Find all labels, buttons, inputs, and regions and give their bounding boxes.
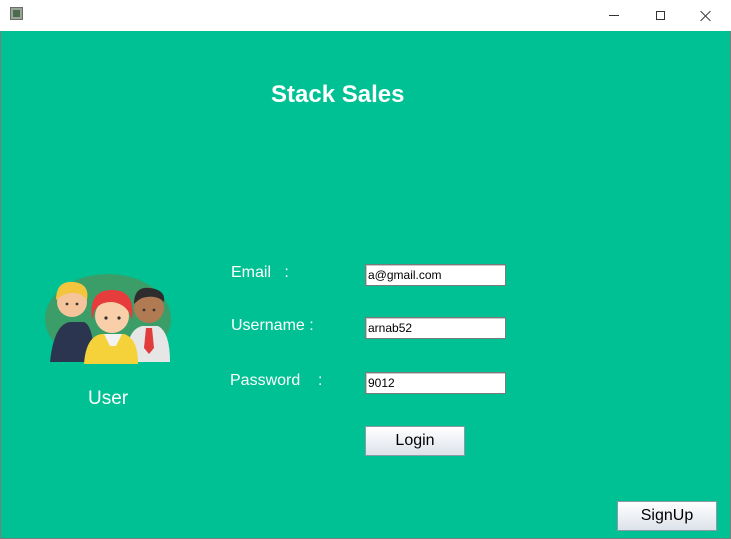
- app-title: Stack Sales: [271, 81, 405, 108]
- close-button[interactable]: [683, 0, 729, 31]
- minimize-button[interactable]: [591, 0, 637, 31]
- app-icon: [10, 7, 23, 20]
- login-panel: Stack Sales User Email : Username : Pass…: [0, 31, 731, 539]
- username-field[interactable]: [365, 317, 506, 339]
- email-label: Email :: [231, 264, 289, 281]
- close-icon: [700, 10, 712, 22]
- password-field[interactable]: [365, 372, 506, 394]
- users-group-icon: [45, 274, 171, 364]
- minimize-icon: [609, 15, 619, 16]
- maximize-button[interactable]: [637, 0, 683, 31]
- password-label: Password :: [230, 372, 323, 389]
- title-bar: [0, 0, 731, 31]
- username-label: Username :: [231, 317, 314, 334]
- email-field[interactable]: [365, 264, 506, 286]
- login-button[interactable]: Login: [365, 426, 465, 456]
- signup-button[interactable]: SignUp: [617, 501, 717, 531]
- user-label: User: [88, 388, 129, 409]
- maximize-icon: [655, 11, 665, 20]
